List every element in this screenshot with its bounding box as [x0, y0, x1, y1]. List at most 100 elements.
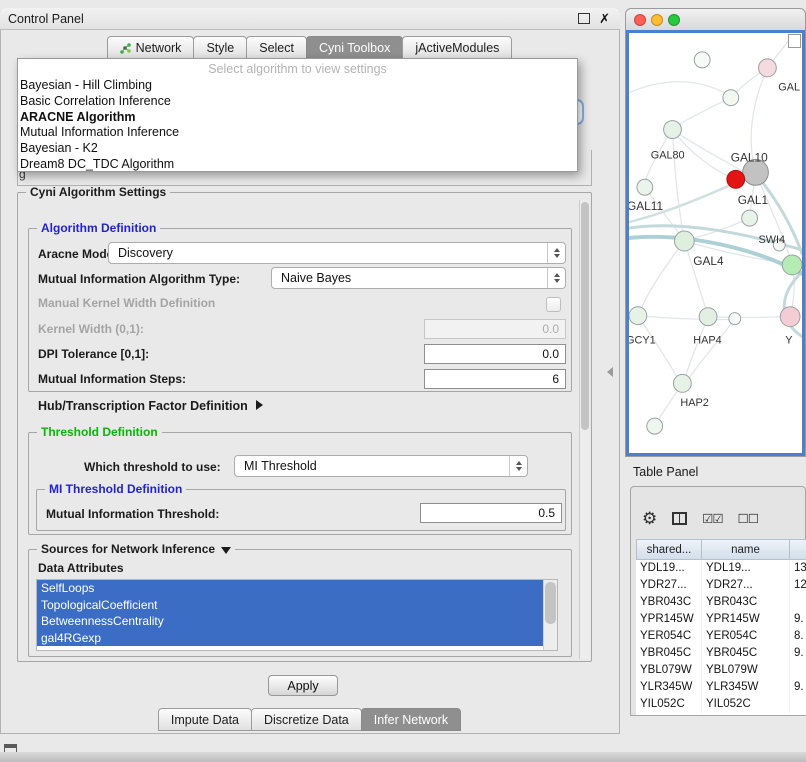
split-pane-collapse-icon[interactable]: [607, 367, 613, 377]
tab-label: Select: [259, 41, 294, 55]
node-label: HAP4: [693, 334, 721, 346]
deselect-all-boxes-icon[interactable]: ☐☐: [738, 511, 758, 526]
network-node[interactable]: [647, 418, 663, 434]
column-header[interactable]: shared...: [636, 539, 702, 560]
table-row[interactable]: YLR345W YLR345W 9.: [636, 679, 806, 696]
list-scrollbar[interactable]: [543, 580, 557, 650]
column-header[interactable]: name: [702, 539, 790, 560]
table-row[interactable]: YDL19... YDL19... 13: [636, 560, 806, 577]
network-edge: [640, 241, 684, 312]
network-node[interactable]: [673, 374, 691, 392]
network-node[interactable]: [759, 59, 777, 77]
network-node[interactable]: [674, 231, 694, 251]
tab[interactable]: Cyni Toolbox: [306, 36, 403, 59]
tab[interactable]: jActiveModules: [402, 36, 512, 59]
settings-scrollbar[interactable]: [579, 200, 590, 659]
minimize-button[interactable]: [651, 14, 663, 26]
node-label: GAL10: [731, 150, 768, 164]
sources-title[interactable]: Sources for Network Inference: [37, 542, 235, 556]
network-node[interactable]: [637, 179, 653, 195]
network-edge: [684, 241, 707, 313]
table-body: YDL19... YDL19... 13 YDR27... YDR27... 1…: [636, 560, 806, 713]
table-row[interactable]: YPR145W YPR145W 9.: [636, 611, 806, 628]
network-edge: [675, 98, 730, 127]
data-attributes-label: Data Attributes: [38, 561, 124, 575]
which-threshold-select[interactable]: MI Threshold: [234, 455, 528, 477]
node-label: SWI4: [759, 234, 786, 246]
attribute-item[interactable]: TopologicalCoefficient: [37, 597, 544, 614]
mi-algorithm-type-select[interactable]: Naive Bayes: [271, 267, 566, 289]
close-icon[interactable]: ✗: [599, 12, 610, 25]
table-panel-title: Table Panel: [633, 465, 698, 479]
control-panel-titlebar: Control Panel ✗: [0, 8, 620, 30]
apply-button[interactable]: Apply: [268, 675, 338, 696]
network-node[interactable]: [727, 170, 745, 188]
mi-threshold-label: Mutual Information Threshold:: [46, 507, 219, 521]
table-row[interactable]: YDR27... YDR27... 12: [636, 577, 806, 594]
network-node[interactable]: [694, 52, 710, 68]
node-label: GAL4: [693, 254, 724, 268]
attribute-item[interactable]: gal4RGexp: [37, 630, 544, 647]
tab-label: Cyni Toolbox: [319, 41, 390, 55]
algorithm-dropdown-popup: Select algorithm to view settings Bayesi…: [17, 58, 578, 172]
zoom-button[interactable]: [668, 14, 680, 26]
attribute-item[interactable]: SelfLoops: [37, 580, 544, 597]
tab[interactable]: Select: [246, 36, 307, 59]
aracne-mode-select[interactable]: Discovery: [108, 242, 566, 264]
chevron-right-icon: [256, 400, 263, 410]
algorithm-option[interactable]: Dream8 DC_TDC Algorithm: [18, 157, 577, 173]
manual-kernel-checkbox[interactable]: [546, 297, 561, 312]
columns-icon[interactable]: [672, 512, 687, 525]
table-row[interactable]: YBL079W YBL079W: [636, 662, 806, 679]
network-node[interactable]: [782, 255, 802, 275]
tab-label: Discretize Data: [264, 713, 349, 727]
network-node[interactable]: [664, 121, 682, 139]
aracne-mode-label: Aracne Mode:: [38, 247, 117, 261]
network-view-window: GAL80GALGAL10GAL11GAL1SWI4GAL4GCY1HAP4YH…: [625, 8, 806, 457]
settings-gear-icon[interactable]: ⚙: [642, 510, 657, 527]
data-attributes-list: SelfLoops TopologicalCoefficient Between…: [36, 579, 558, 651]
tab[interactable]: Infer Network: [361, 708, 461, 731]
settings-scrollbar-thumb[interactable]: [581, 202, 589, 430]
network-node[interactable]: [699, 308, 717, 326]
tab[interactable]: Impute Data: [158, 708, 252, 731]
network-canvas[interactable]: GAL80GALGAL10GAL11GAL1SWI4GAL4GCY1HAP4YH…: [626, 30, 805, 456]
bottom-tabs: Impute Data Discretize Data Infer Networ…: [0, 707, 620, 731]
network-edge: [638, 316, 679, 380]
tab[interactable]: Network: [107, 36, 195, 59]
network-node[interactable]: [742, 210, 758, 226]
table-row[interactable]: YER054C YER054C 8.: [636, 628, 806, 645]
algorithm-option[interactable]: Bayesian - Hill Climbing: [18, 78, 577, 94]
mi-steps-label: Mutual Information Steps:: [38, 372, 186, 386]
hub-section-toggle[interactable]: Hub/Transcription Factor Definition: [38, 399, 263, 413]
algorithm-option[interactable]: Bayesian - K2: [18, 141, 577, 157]
network-node[interactable]: [723, 90, 739, 106]
mi-steps-field[interactable]: 6: [424, 369, 566, 389]
kernel-width-label: Kernel Width (0,1):: [38, 322, 144, 336]
tab[interactable]: Discretize Data: [251, 708, 362, 731]
close-button[interactable]: [634, 14, 646, 26]
network-node[interactable]: [780, 307, 800, 327]
network-node[interactable]: [729, 313, 741, 325]
mi-threshold-field[interactable]: 0.5: [420, 503, 562, 523]
kernel-width-field[interactable]: 0.0: [424, 319, 566, 339]
column-header[interactable]: [790, 539, 806, 560]
dpi-tolerance-field[interactable]: 0.0: [424, 344, 566, 364]
select-all-checks-icon[interactable]: ☑☑: [702, 511, 722, 526]
attribute-item[interactable]: BetweennessCentrality: [37, 613, 544, 630]
node-label: GAL80: [651, 149, 685, 161]
tab[interactable]: Style: [193, 36, 247, 59]
algorithm-option[interactable]: ARACNE Algorithm: [18, 110, 577, 126]
table-row[interactable]: YBR045C YBR045C 9.: [636, 645, 806, 662]
list-scrollbar-thumb[interactable]: [545, 582, 556, 624]
network-node[interactable]: [629, 307, 647, 325]
algorithm-option[interactable]: Basic Correlation Inference: [18, 94, 577, 110]
table-row[interactable]: YIL052C YIL052C: [636, 696, 806, 713]
table-row[interactable]: YBR043C YBR043C: [636, 594, 806, 611]
float-window-icon[interactable]: [578, 13, 590, 24]
screen: Control Panel ✗ Network Style Select Cyn…: [0, 0, 806, 762]
window-title: Control Panel: [8, 12, 578, 26]
node-table: shared...name YDL19... YDL19... 13 YDR27…: [636, 539, 806, 715]
tab-label: Style: [206, 41, 234, 55]
algorithm-option[interactable]: Mutual Information Inference: [18, 125, 577, 141]
